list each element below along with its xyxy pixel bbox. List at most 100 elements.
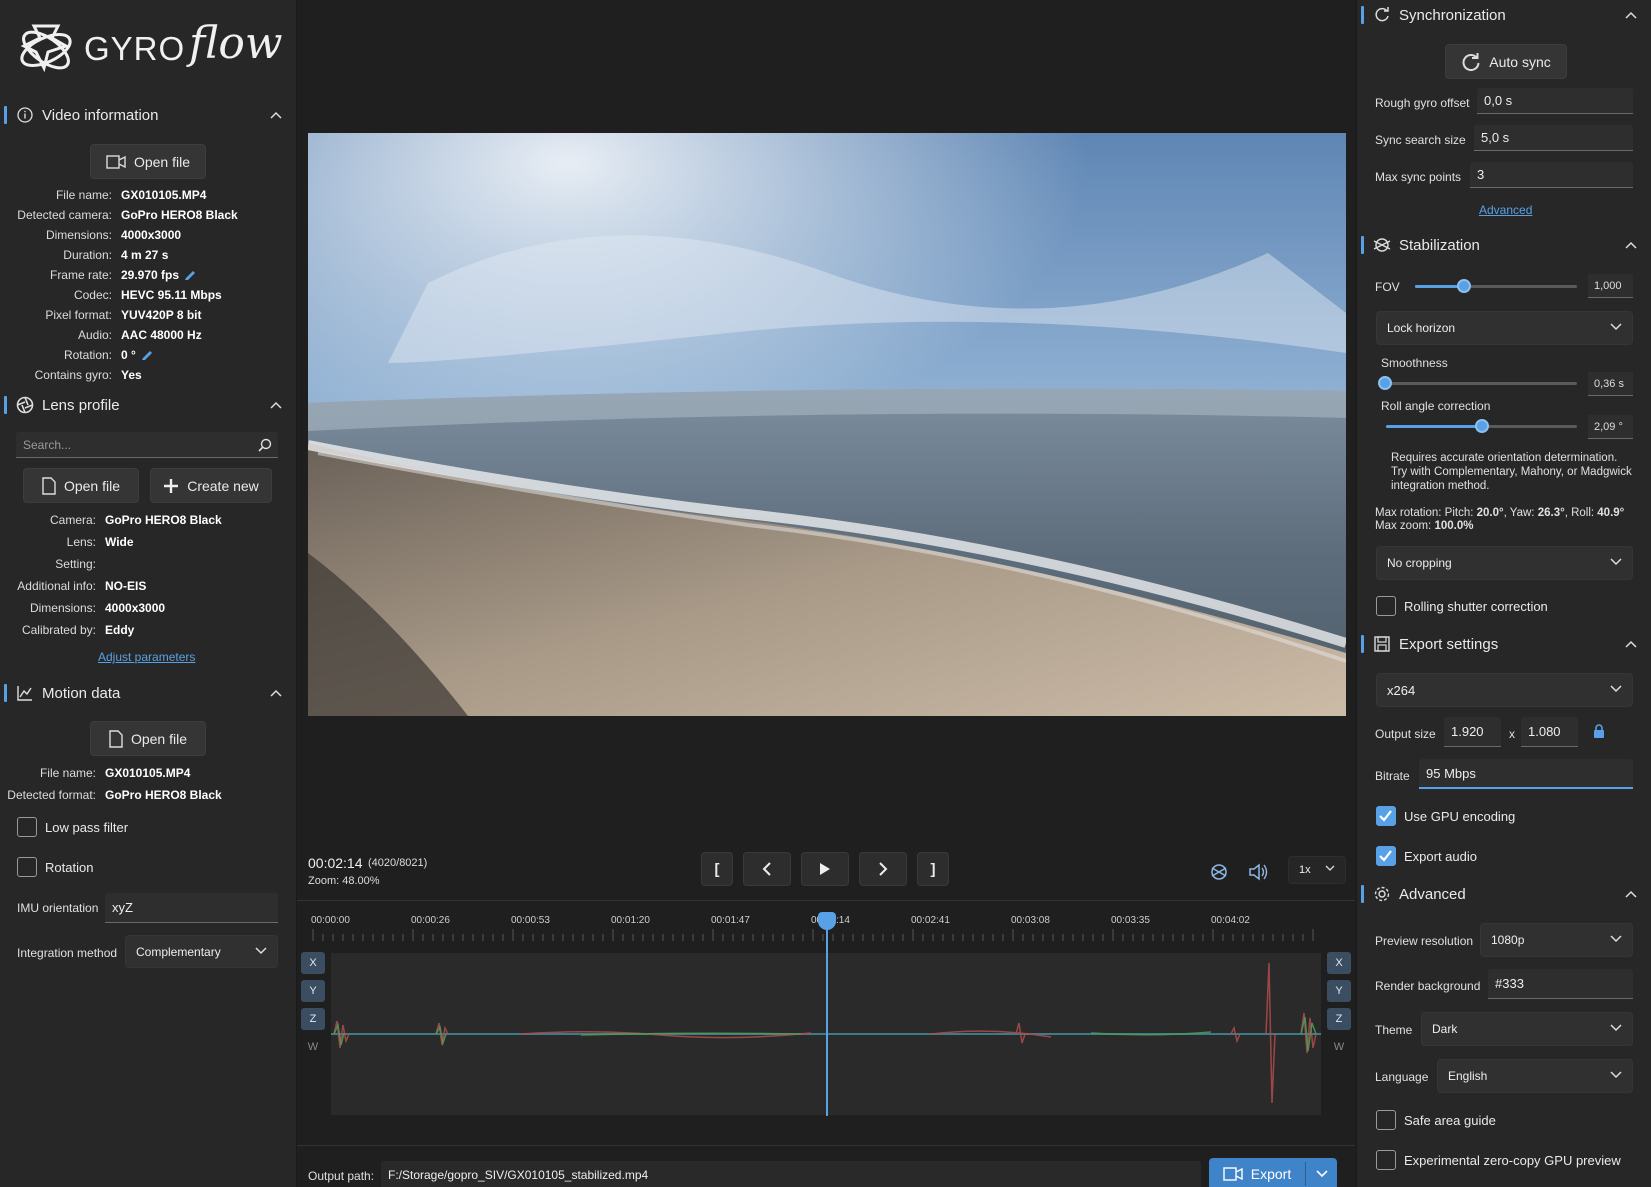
info-row: File name: GX010105.MP4 <box>0 766 296 786</box>
rolling-shutter-label: Rolling shutter correction <box>1404 599 1548 614</box>
preview-resolution-select[interactable]: 1080p <box>1480 923 1633 957</box>
stabilization-toggle-icon[interactable] <box>1208 862 1230 882</box>
set-end-mark-button[interactable]: ] <box>917 852 949 886</box>
axis-y-toggle-left[interactable]: Y <box>301 980 325 1002</box>
lens-open-file-label: Open file <box>63 477 121 494</box>
search-icon[interactable] <box>258 438 272 452</box>
motion-data-header[interactable]: Motion data <box>0 676 296 710</box>
info-row: Setting: <box>0 557 296 577</box>
axis-w-toggle-right[interactable]: W <box>1327 1036 1351 1058</box>
language-select[interactable]: English <box>1437 1059 1633 1093</box>
bitrate-label: Bitrate <box>1375 769 1410 783</box>
max-pitch-value: 20.0° <box>1476 507 1504 519</box>
roll-angle-slider[interactable] <box>1386 417 1577 437</box>
cropping-select[interactable]: No cropping <box>1376 546 1633 580</box>
axis-z-toggle-right[interactable]: Z <box>1327 1008 1351 1030</box>
edit-pencil-icon[interactable] <box>184 268 196 280</box>
collapse-chevron-icon[interactable] <box>1619 241 1643 249</box>
motion-open-file-button[interactable]: Open file <box>90 721 206 756</box>
playhead-handle[interactable] <box>817 912 836 930</box>
stabilization-header[interactable]: Stabilization <box>1357 228 1651 262</box>
safe-area-guide-checkbox[interactable] <box>1376 1110 1396 1130</box>
info-row: Rotation: 0 ° <box>0 348 296 368</box>
theme-select[interactable]: Dark <box>1421 1012 1633 1046</box>
stabilization-method-select[interactable]: Lock horizon <box>1376 311 1633 345</box>
codec-select[interactable]: x264 <box>1376 673 1633 707</box>
theme-label: Theme <box>1375 1023 1413 1037</box>
playback-speed-select[interactable]: 1x <box>1288 856 1346 884</box>
low-pass-filter-checkbox[interactable] <box>17 817 37 837</box>
video-open-file-button[interactable]: Open file <box>90 144 206 179</box>
collapse-chevron-icon[interactable] <box>264 111 288 119</box>
max-sync-points-input[interactable]: 3 <box>1470 162 1633 188</box>
collapse-chevron-icon[interactable] <box>1619 890 1643 898</box>
rough-gyro-offset-input[interactable]: 0,0 s <box>1477 88 1633 114</box>
axis-x-toggle-right[interactable]: X <box>1327 952 1351 974</box>
chevron-down-icon <box>1315 1170 1328 1178</box>
lens-open-file-button[interactable]: Open file <box>23 468 139 503</box>
imu-orientation-input[interactable]: xyZ <box>105 893 278 923</box>
timeline-divider <box>297 900 1355 901</box>
create-new-button[interactable]: Create new <box>150 468 272 503</box>
info-row: Codec: HEVC 95.11 Mbps <box>0 288 296 308</box>
slider-handle[interactable] <box>1474 419 1489 433</box>
play-button[interactable] <box>801 852 849 886</box>
playhead-line <box>825 915 828 1116</box>
lens-search-input[interactable]: Search... <box>16 432 278 458</box>
timeline-tick-label: 00:01:20 <box>611 915 650 926</box>
bitrate-input[interactable]: 95 Mbps <box>1419 759 1633 789</box>
axis-y-toggle-right[interactable]: Y <box>1327 980 1351 1002</box>
roll-angle-value-input[interactable]: 2,09 ° <box>1588 415 1633 439</box>
axis-w-toggle-left[interactable]: W <box>301 1036 325 1058</box>
edit-pencil-icon[interactable] <box>141 348 153 360</box>
output-height-input[interactable]: 1.080 <box>1521 717 1578 747</box>
video-open-file-label: Open file <box>133 153 191 170</box>
video-info-title: Video information <box>42 106 159 124</box>
export-audio-checkbox[interactable] <box>1376 846 1396 866</box>
export-options-button[interactable] <box>1306 1158 1337 1187</box>
auto-sync-button[interactable]: Auto sync <box>1445 44 1567 79</box>
zero-copy-preview-checkbox[interactable] <box>1376 1150 1396 1170</box>
volume-icon[interactable] <box>1248 862 1270 882</box>
fov-value-input[interactable]: 1,000 <box>1588 274 1633 298</box>
advanced-header[interactable]: Advanced <box>1357 877 1651 911</box>
synchronization-header[interactable]: Synchronization <box>1357 0 1651 32</box>
slider-handle[interactable] <box>1456 279 1471 293</box>
rotation-checkbox[interactable] <box>17 857 37 877</box>
gpu-encoding-checkbox[interactable] <box>1376 806 1396 826</box>
set-start-mark-button[interactable]: [ <box>701 852 733 886</box>
axis-z-toggle-left[interactable]: Z <box>301 1008 325 1030</box>
language-label: Language <box>1375 1070 1429 1084</box>
smoothness-slider[interactable] <box>1377 374 1577 394</box>
slider-track[interactable] <box>1381 382 1577 385</box>
export-settings-header[interactable]: Export settings <box>1357 627 1651 661</box>
video-info-header[interactable]: Video information <box>0 98 296 132</box>
next-frame-button[interactable] <box>859 852 907 886</box>
rolling-shutter-checkbox[interactable] <box>1376 596 1396 616</box>
collapse-chevron-icon[interactable] <box>1619 640 1643 648</box>
video-preview[interactable] <box>308 133 1346 716</box>
prev-frame-button[interactable] <box>743 852 791 886</box>
render-background-input[interactable]: #333 <box>1488 969 1633 999</box>
lens-profile-header[interactable]: Lens profile <box>0 388 296 422</box>
sync-search-size-input[interactable]: 5,0 s <box>1474 125 1633 151</box>
axis-x-toggle-left[interactable]: X <box>301 952 325 974</box>
output-size-label: Output size <box>1375 727 1436 741</box>
slider-handle[interactable] <box>1377 376 1392 390</box>
output-path-input[interactable]: F:/Storage/gopro_SIV/GX010105_stabilized… <box>381 1161 1201 1187</box>
lock-icon[interactable] <box>1593 724 1605 738</box>
theme-value: Dark <box>1432 1022 1458 1036</box>
orientation-note: Requires accurate orientation determinat… <box>1391 452 1632 492</box>
fov-slider[interactable] <box>1415 277 1577 297</box>
axis-z-label: Z <box>1335 1013 1343 1025</box>
collapse-chevron-icon[interactable] <box>264 689 288 697</box>
render-background-value: #333 <box>1495 976 1524 991</box>
smoothness-value-input[interactable]: 0,36 s <box>1588 372 1633 396</box>
integration-method-select[interactable]: Complementary <box>125 935 278 968</box>
adjust-parameters-link[interactable]: Adjust parameters <box>98 650 195 664</box>
output-width-input[interactable]: 1.920 <box>1444 717 1501 747</box>
collapse-chevron-icon[interactable] <box>1619 11 1643 19</box>
export-button[interactable]: Export <box>1209 1158 1305 1187</box>
collapse-chevron-icon[interactable] <box>264 401 288 409</box>
sync-advanced-link[interactable]: Advanced <box>1479 203 1532 217</box>
